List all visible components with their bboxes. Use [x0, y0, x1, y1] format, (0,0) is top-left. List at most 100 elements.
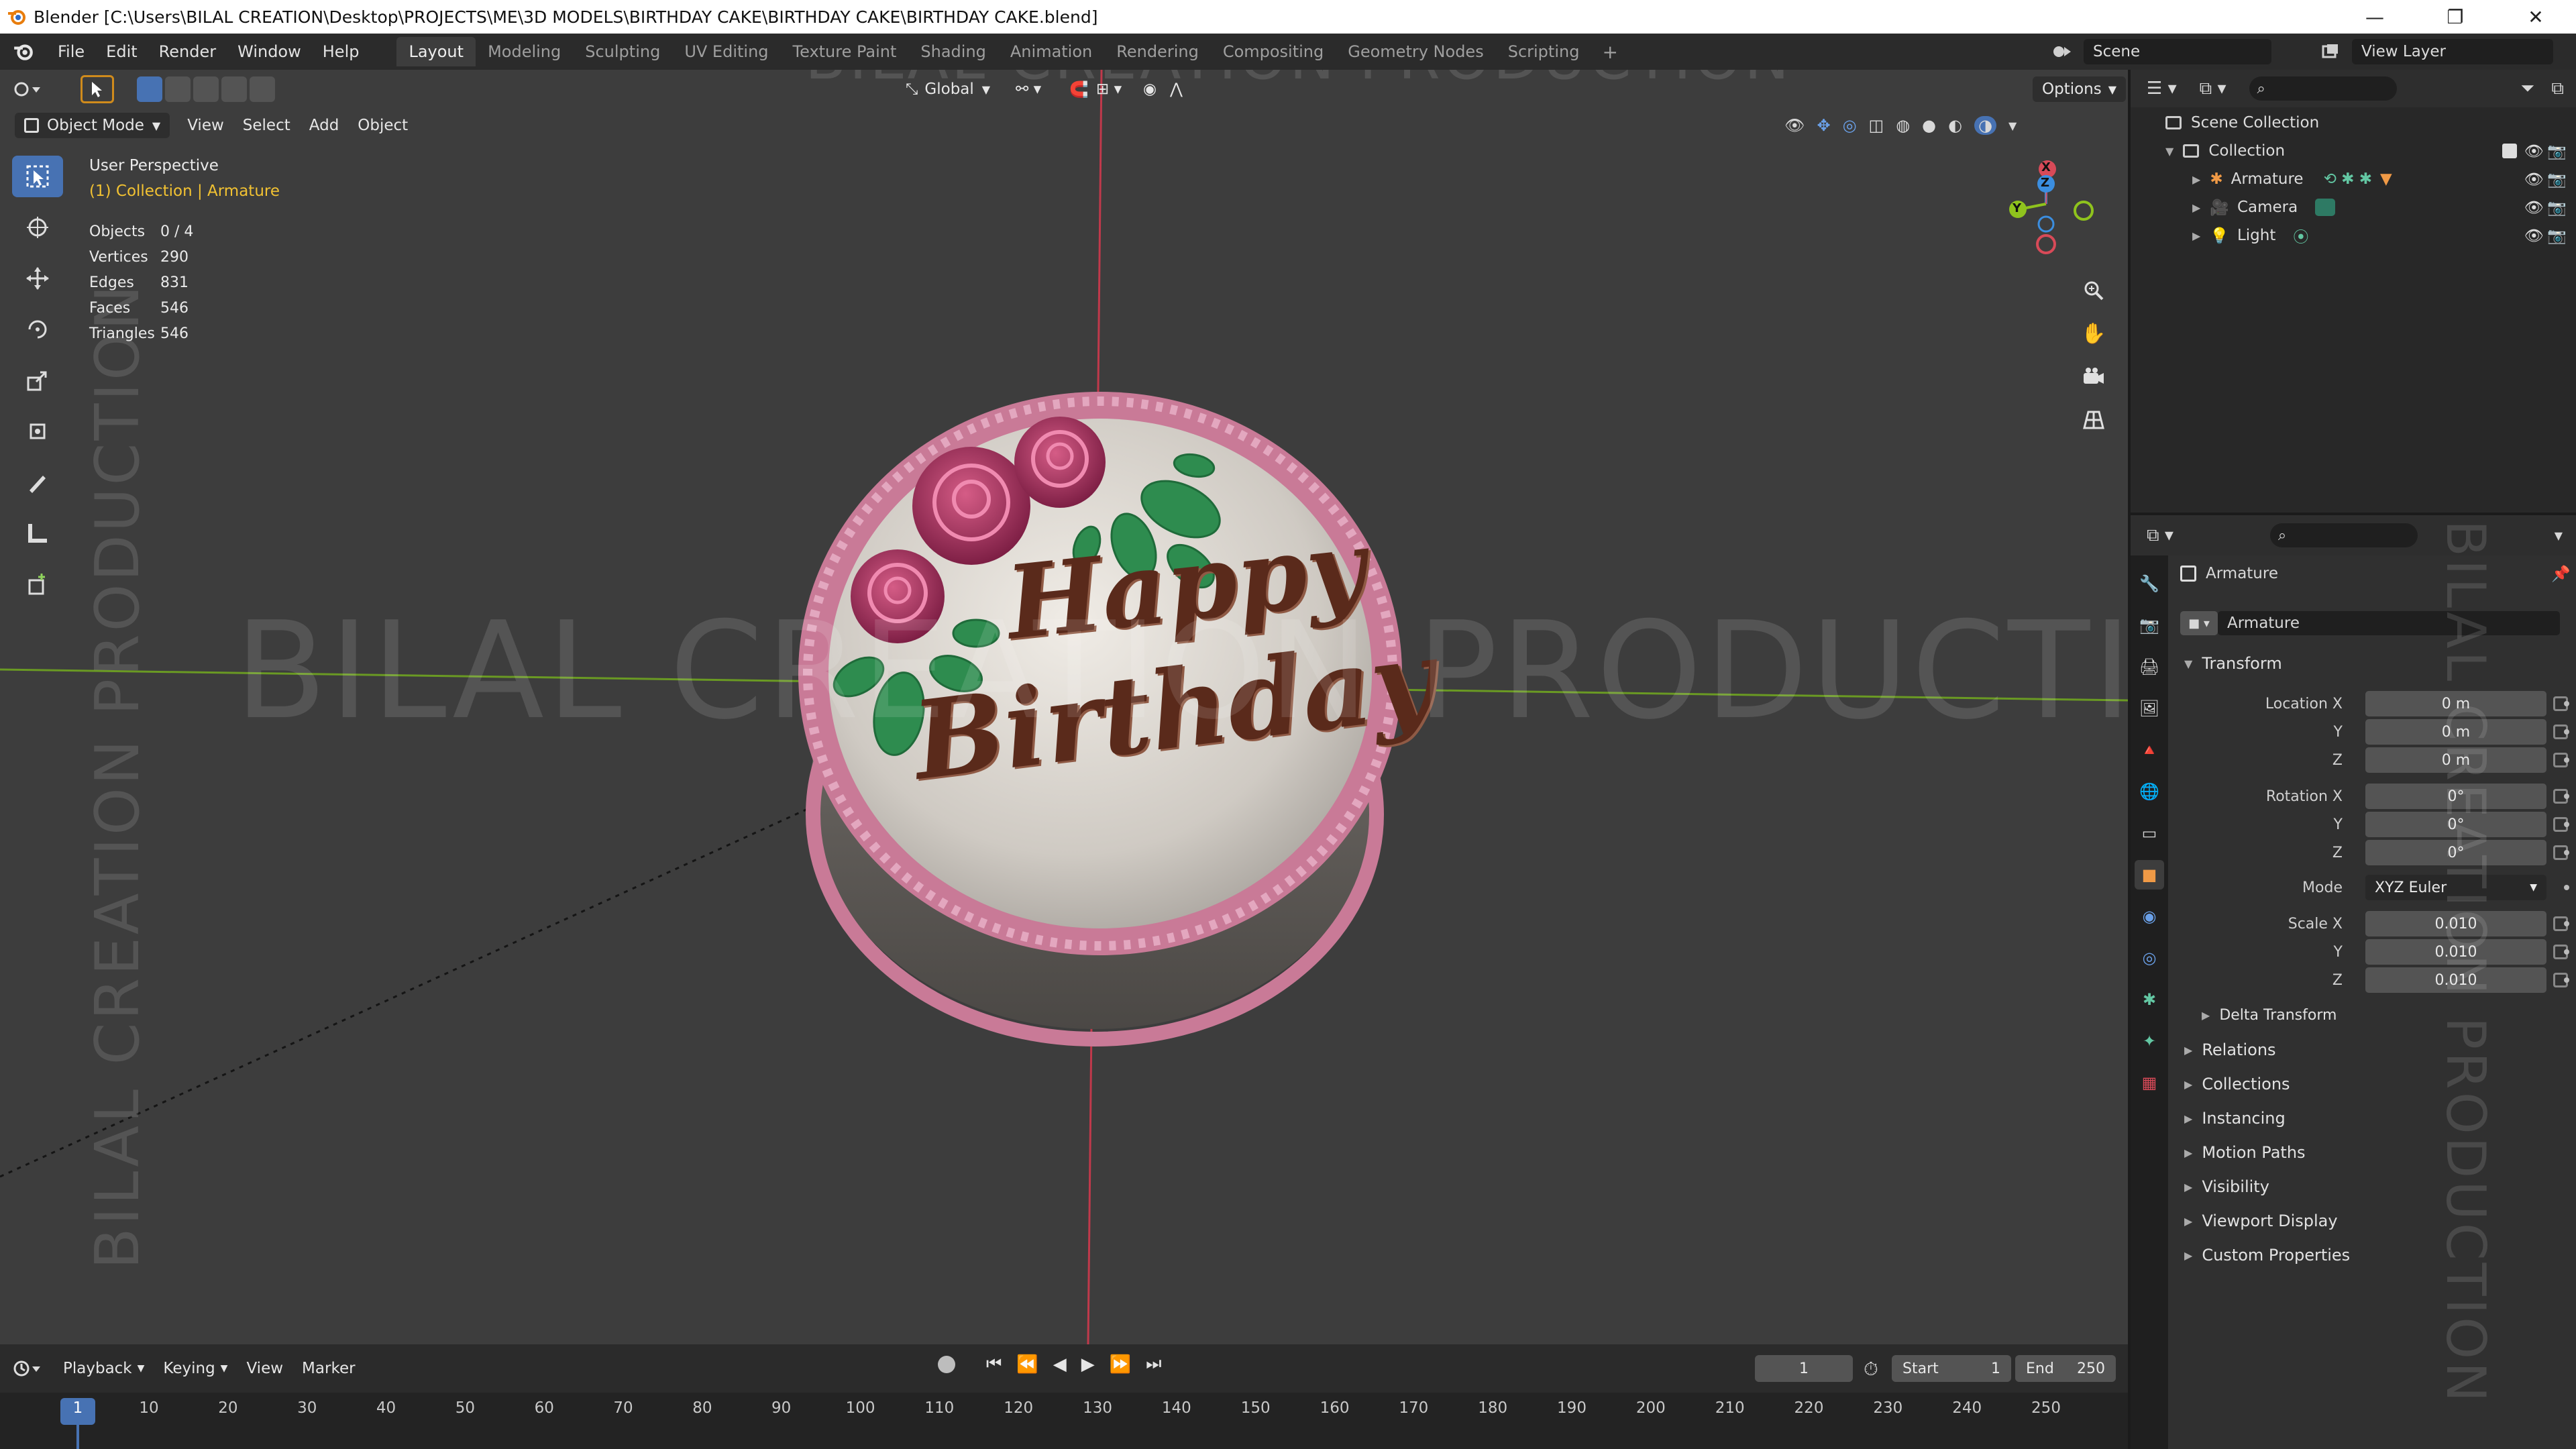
disclosure-closed-icon[interactable]: ▶ [2192, 201, 2200, 214]
visibility-icon[interactable]: 👁 [1784, 116, 1805, 135]
rendered-shading-icon[interactable]: ◑ [1974, 116, 1997, 135]
render-camera-icon[interactable]: 📷 [2547, 142, 2567, 160]
tab-texture-paint[interactable]: Texture Paint [781, 37, 909, 66]
outliner-row-collection[interactable]: ▼ Collection 👁 📷 [2131, 137, 2576, 165]
keyframe-dot-icon[interactable] [2564, 729, 2569, 735]
output-tab-icon[interactable]: 🖨 [2135, 652, 2164, 682]
timeline-menu-playback[interactable]: Playback ▼ [54, 1356, 154, 1381]
render-camera-icon[interactable]: 📷 [2547, 227, 2567, 245]
minimize-button[interactable]: — [2334, 0, 2415, 34]
render-camera-icon[interactable]: 📷 [2547, 199, 2567, 217]
eye-icon[interactable]: 👁 [2524, 170, 2544, 189]
mode-dropdown[interactable]: Object Mode ▼ [15, 113, 170, 138]
overlay-toggle-icon[interactable]: ◎ [1843, 116, 1857, 135]
instancing-panel-header[interactable]: ▶ Instancing [2168, 1102, 2576, 1135]
transform-panel-header[interactable]: ▼ Transform [2168, 647, 2576, 680]
chevron-down-icon[interactable]: ▼ [2008, 119, 2017, 132]
timeline-ruler[interactable]: 1 10 20 30 40 50 60 70 80 90 100 110 120 130 140 150 160… [0, 1393, 2128, 1449]
stopwatch-icon[interactable]: ⏱ [1864, 1358, 1878, 1381]
timeline-menu-view[interactable]: View [237, 1356, 292, 1381]
object-name-field[interactable]: Armature [2218, 611, 2560, 635]
collection-tab-icon[interactable]: ▭ [2135, 818, 2164, 848]
properties-editor-icon[interactable]: ⧉ ▾ [2147, 525, 2174, 546]
select-subtract-icon[interactable] [193, 76, 219, 102]
visibility-panel-header[interactable]: ▶ Visibility [2168, 1170, 2576, 1203]
chevron-down-icon[interactable]: ▼ [2555, 529, 2563, 542]
scene-field[interactable]: Scene [2084, 39, 2271, 64]
editor-type-icon[interactable] [13, 76, 54, 102]
display-mode-icon[interactable]: ⧉ ▾ [2200, 78, 2226, 99]
tab-sculpting[interactable]: Sculpting [573, 37, 672, 66]
timeline-editor-icon[interactable] [13, 1358, 54, 1379]
eye-icon[interactable]: 👁 [2524, 142, 2544, 160]
selection-mode-icons[interactable] [137, 76, 275, 102]
pan-hand-icon[interactable]: ✋ [2078, 318, 2109, 349]
object-tab-icon[interactable]: ■ [2135, 860, 2164, 890]
select-box-tool-icon[interactable] [12, 156, 63, 197]
tab-shading[interactable]: Shading [908, 37, 998, 66]
eye-icon[interactable]: 👁 [2524, 227, 2544, 245]
collections-panel-header[interactable]: ▶ Collections [2168, 1067, 2576, 1101]
menu-file[interactable]: File [47, 42, 95, 61]
rotate-tool-icon[interactable] [12, 309, 63, 350]
menu-window[interactable]: Window [227, 42, 312, 61]
maximize-button[interactable]: ❐ [2415, 0, 2496, 34]
prev-keyframe-icon[interactable]: ⏪ [1016, 1354, 1038, 1375]
select-invert-icon[interactable] [221, 76, 247, 102]
jump-end-icon[interactable]: ⏭ [1146, 1354, 1161, 1375]
pivot-point-icon[interactable]: ⚯ ▾ [1006, 76, 1051, 102]
physics-tab-icon[interactable]: ◎ [2135, 943, 2164, 973]
select-extend-icon[interactable] [165, 76, 191, 102]
blender-menu-icon[interactable] [0, 41, 47, 62]
tab-modeling[interactable]: Modeling [476, 37, 573, 66]
scale-tool-icon[interactable] [12, 360, 63, 401]
annotate-tool-icon[interactable] [12, 462, 63, 503]
render-camera-icon[interactable]: 📷 [2547, 170, 2567, 189]
custom-properties-panel-header[interactable]: ▶ Custom Properties [2168, 1238, 2576, 1272]
select-set-icon[interactable] [137, 76, 162, 102]
zoom-icon[interactable] [2078, 275, 2109, 306]
falloff-icon[interactable]: ⋀ [1161, 76, 1192, 102]
gizmo-toggle-icon[interactable]: ✥ [1817, 116, 1830, 135]
viewport-menu-select[interactable]: Select [233, 113, 300, 138]
keyframe-dot-icon[interactable] [2564, 701, 2569, 706]
select-tool-icon[interactable] [80, 75, 114, 103]
keyframe-dot-icon[interactable] [2564, 977, 2569, 983]
keyframe-dot-icon[interactable] [2564, 850, 2569, 855]
scene-tab-icon[interactable]: 🔺 [2135, 735, 2164, 765]
object-data-tab-icon[interactable]: ✦ [2135, 1026, 2164, 1056]
end-frame-field[interactable]: End 250 [2015, 1355, 2116, 1382]
tab-rendering[interactable]: Rendering [1104, 37, 1211, 66]
world-tab-icon[interactable]: 🌐 [2135, 777, 2164, 806]
viewport-menu-object[interactable]: Object [348, 113, 417, 138]
scene-selector-icon[interactable] [2043, 40, 2081, 63]
timeline-menu-marker[interactable]: Marker [292, 1356, 365, 1381]
outliner-editor-icon[interactable]: ☰ ▾ [2147, 78, 2177, 99]
close-button[interactable]: ✕ [2496, 0, 2576, 34]
tab-scripting[interactable]: Scripting [1496, 37, 1592, 66]
filter-icon[interactable]: ⏷ [2520, 78, 2534, 99]
menu-edit[interactable]: Edit [95, 42, 148, 61]
tab-animation[interactable]: Animation [998, 37, 1104, 66]
motion-paths-panel-header[interactable]: ▶ Motion Paths [2168, 1136, 2576, 1169]
xray-icon[interactable]: ◫ [1869, 116, 1884, 135]
start-frame-field[interactable]: Start 1 [1892, 1355, 2011, 1382]
auto-keying-icon[interactable] [938, 1355, 955, 1373]
orientation-dropdown[interactable]: ⤡ Global ▼ [896, 76, 1000, 102]
view-layer-tab-icon[interactable]: 🖼 [2135, 694, 2164, 723]
disclosure-closed-icon[interactable]: ▶ [2192, 173, 2200, 186]
outliner-row-scene-collection[interactable]: Scene Collection [2131, 109, 2576, 137]
tool-tab-icon[interactable]: 🔧 [2135, 569, 2164, 598]
texture-tab-icon[interactable]: ▦ [2135, 1068, 2164, 1097]
outliner-row-camera[interactable]: ▶ 🎥 Camera 👁 📷 [2131, 193, 2576, 221]
play-icon[interactable]: ▶ [1081, 1354, 1095, 1375]
delta-transform-header[interactable]: ▶ Delta Transform [2168, 998, 2576, 1032]
pin-icon[interactable]: 📌 [2551, 565, 2571, 583]
snap-target-icon[interactable]: ⊞ ▾ [1087, 76, 1131, 102]
datablock-browse-icon[interactable]: ■ ▾ [2180, 611, 2218, 635]
measure-tool-icon[interactable] [12, 513, 63, 554]
constraint-tab-icon[interactable]: ✱ [2135, 985, 2164, 1014]
camera-view-icon[interactable] [2078, 361, 2109, 392]
view-layer-field[interactable]: View Layer [2352, 39, 2553, 64]
keyframe-dot-icon[interactable] [2564, 949, 2569, 955]
